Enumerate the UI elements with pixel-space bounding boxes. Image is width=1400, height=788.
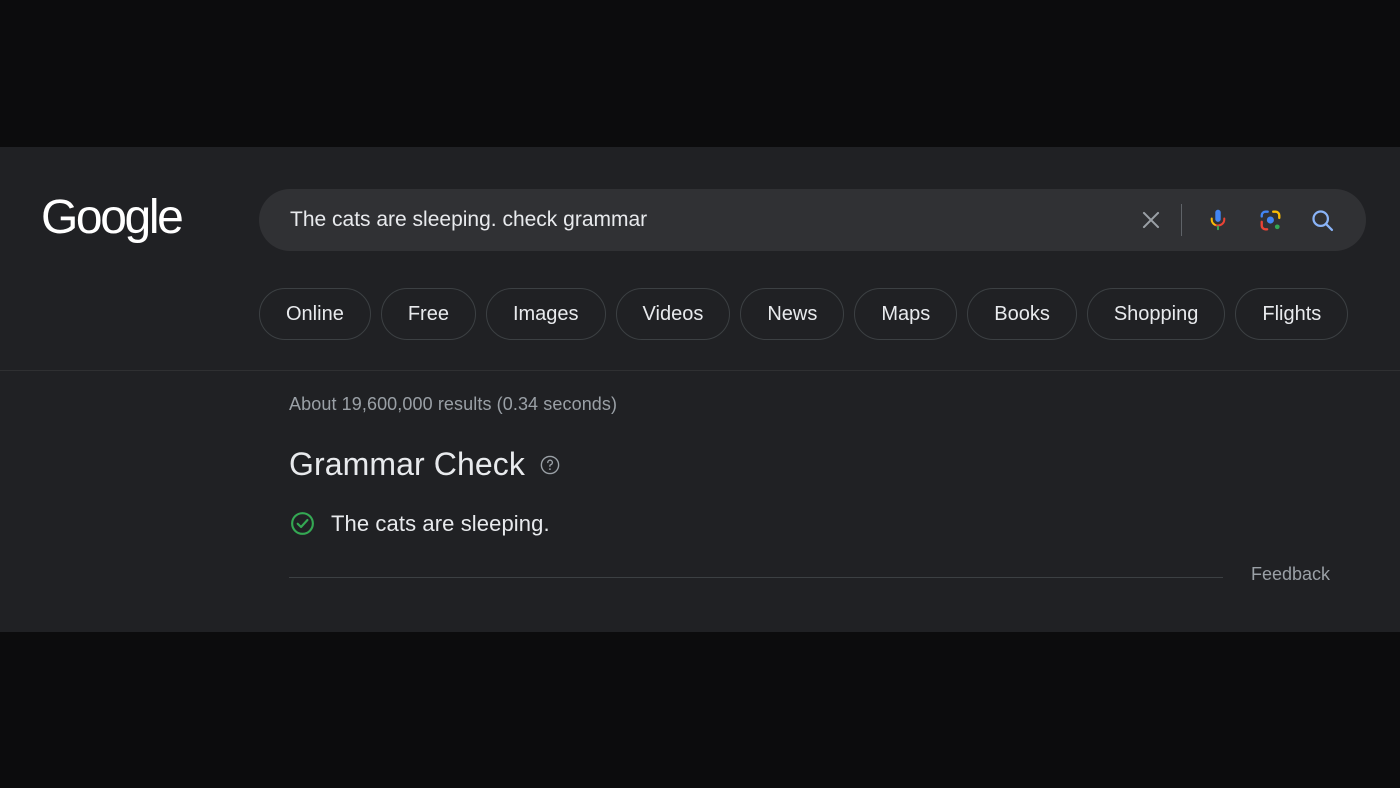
grammar-check-title: Grammar Check xyxy=(289,446,526,482)
feedback-link[interactable]: Feedback xyxy=(1251,565,1330,583)
search-bar-divider xyxy=(1181,204,1182,236)
help-circle-icon[interactable] xyxy=(539,454,561,476)
search-header: Google The cats are sleeping. check gram… xyxy=(0,147,1400,371)
corrected-sentence: The cats are sleeping. xyxy=(331,510,550,536)
clear-search-button[interactable] xyxy=(1129,198,1173,242)
google-lens-icon xyxy=(1260,210,1280,230)
grammar-card-footer: Feedback xyxy=(289,565,1400,605)
check-circle-icon xyxy=(291,512,314,536)
filter-chip-online[interactable]: Online xyxy=(259,288,371,340)
grammar-check-result: The cats are sleeping. xyxy=(289,510,1400,537)
results-area: About 19,600,000 results (0.34 seconds) … xyxy=(0,371,1400,605)
letterbox-bottom xyxy=(0,632,1400,788)
search-input[interactable] xyxy=(290,208,1129,232)
search-bar xyxy=(259,189,1366,251)
filter-chip-news[interactable]: News xyxy=(740,288,845,340)
lens-search-button[interactable] xyxy=(1248,198,1292,242)
search-filter-chips: Online Free Images Videos News Maps Book… xyxy=(259,288,1349,340)
filter-chip-maps[interactable]: Maps xyxy=(854,288,958,340)
filter-chip-free[interactable]: Free xyxy=(380,288,476,340)
search-icon xyxy=(1311,209,1333,231)
grammar-check-card: Grammar Check The cats are sleeping. Fee… xyxy=(289,446,1400,605)
microphone-icon xyxy=(1210,209,1226,231)
grammar-check-header: Grammar Check xyxy=(289,446,1400,482)
voice-search-button[interactable] xyxy=(1196,198,1240,242)
result-stats: About 19,600,000 results (0.34 seconds) xyxy=(289,394,618,414)
search-submit-button[interactable] xyxy=(1300,198,1344,242)
close-icon xyxy=(1142,211,1160,229)
filter-chip-shopping[interactable]: Shopping xyxy=(1086,288,1226,340)
footer-divider xyxy=(289,577,1223,579)
letterbox-top xyxy=(0,0,1400,147)
filter-chip-flights[interactable]: Flights xyxy=(1235,288,1349,340)
google-search-results-page: Google The cats are sleeping. check gram… xyxy=(0,147,1400,632)
filter-chip-books[interactable]: Books xyxy=(967,288,1077,340)
filter-chip-videos[interactable]: Videos xyxy=(615,288,731,340)
filter-chip-images[interactable]: Images xyxy=(485,288,606,340)
google-logo[interactable]: Google xyxy=(41,194,184,242)
screenshot-root: Google The cats are sleeping. check gram… xyxy=(0,0,1400,788)
